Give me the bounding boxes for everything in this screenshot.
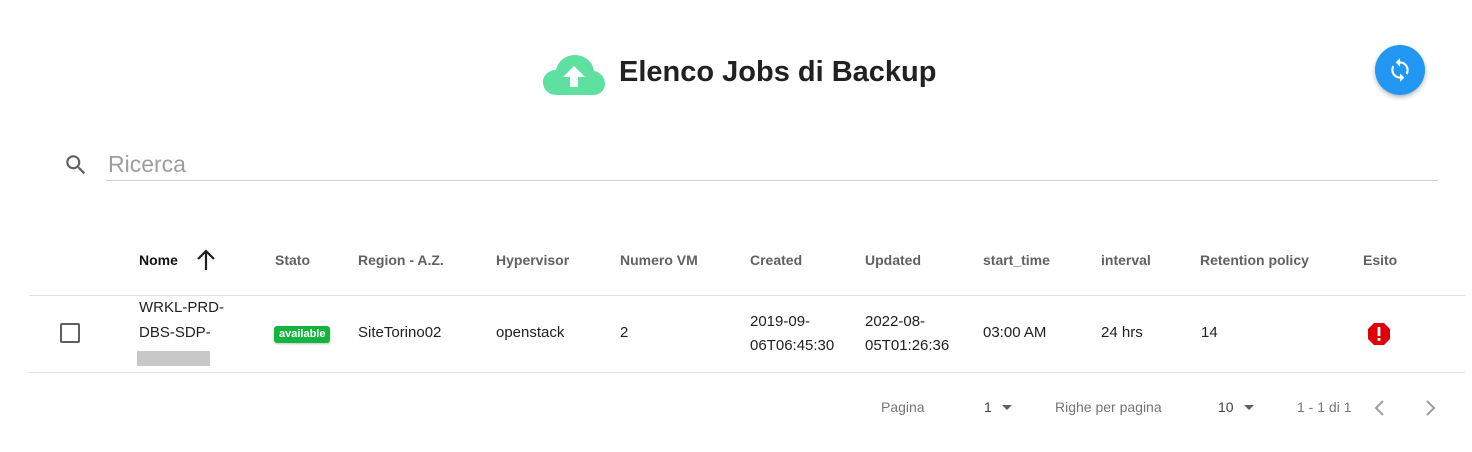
caret-down-icon xyxy=(1244,405,1254,410)
column-header-hypervisor[interactable]: Hypervisor xyxy=(496,252,569,268)
rows-per-page-label: Righe per pagina xyxy=(1055,399,1162,415)
row-checkbox[interactable] xyxy=(60,323,80,343)
refresh-icon xyxy=(1391,58,1409,82)
cell-updated-line-1: 2022-08- xyxy=(865,313,926,330)
page-label: Pagina xyxy=(881,399,925,415)
refresh-button[interactable] xyxy=(1375,45,1425,95)
page-range: 1 - 1 di 1 xyxy=(1297,399,1352,415)
page-select-value: 1 xyxy=(984,399,992,415)
cell-nome-line-2: DBS-SDP- xyxy=(139,324,211,341)
cloud-upload-icon xyxy=(543,55,605,95)
column-header-region[interactable]: Region - A.Z. xyxy=(358,252,444,268)
column-header-esito[interactable]: Esito xyxy=(1363,252,1397,268)
column-header-created[interactable]: Created xyxy=(750,252,802,268)
page-header: Elenco Jobs di Backup xyxy=(0,50,1472,100)
cell-region: SiteTorino02 xyxy=(358,324,442,341)
search-icon xyxy=(66,155,86,175)
cell-hypervisor: openstack xyxy=(496,324,565,341)
cell-retention: 14 xyxy=(1201,324,1218,341)
rows-per-page-value: 10 xyxy=(1218,399,1234,415)
cell-created-line-1: 2019-09- xyxy=(750,313,811,330)
chevron-left-icon[interactable] xyxy=(1370,398,1390,418)
redacted-text xyxy=(137,351,210,366)
chevron-right-icon[interactable] xyxy=(1420,398,1440,418)
cell-numero-vm: 2 xyxy=(620,324,629,341)
column-header-interval[interactable]: interval xyxy=(1101,252,1151,268)
column-header-stato[interactable]: Stato xyxy=(275,252,310,268)
row-divider xyxy=(29,372,1465,373)
column-header-nome[interactable]: Nome xyxy=(139,252,178,268)
column-header-numero-vm[interactable]: Numero VM xyxy=(620,252,698,268)
column-header-retention-policy[interactable]: Retention policy xyxy=(1200,252,1309,268)
column-header-start-time[interactable]: start_time xyxy=(983,252,1050,268)
page-title: Elenco Jobs di Backup xyxy=(619,56,937,88)
arrow-up-icon[interactable] xyxy=(195,248,217,272)
error-icon xyxy=(1368,323,1390,345)
column-header-updated[interactable]: Updated xyxy=(865,252,921,268)
cell-updated-line-2: 05T01:26:36 xyxy=(865,337,950,354)
cell-created-line-2: 06T06:45:30 xyxy=(750,337,835,354)
search-input[interactable] xyxy=(106,148,1438,181)
cell-start-time: 03:00 AM xyxy=(983,324,1047,341)
status-badge: available xyxy=(274,326,331,343)
cell-nome-line-1: WRKL-PRD- xyxy=(139,299,224,316)
header-divider xyxy=(29,295,1465,296)
caret-down-icon xyxy=(1002,405,1012,410)
cell-interval: 24 hrs xyxy=(1101,324,1143,341)
